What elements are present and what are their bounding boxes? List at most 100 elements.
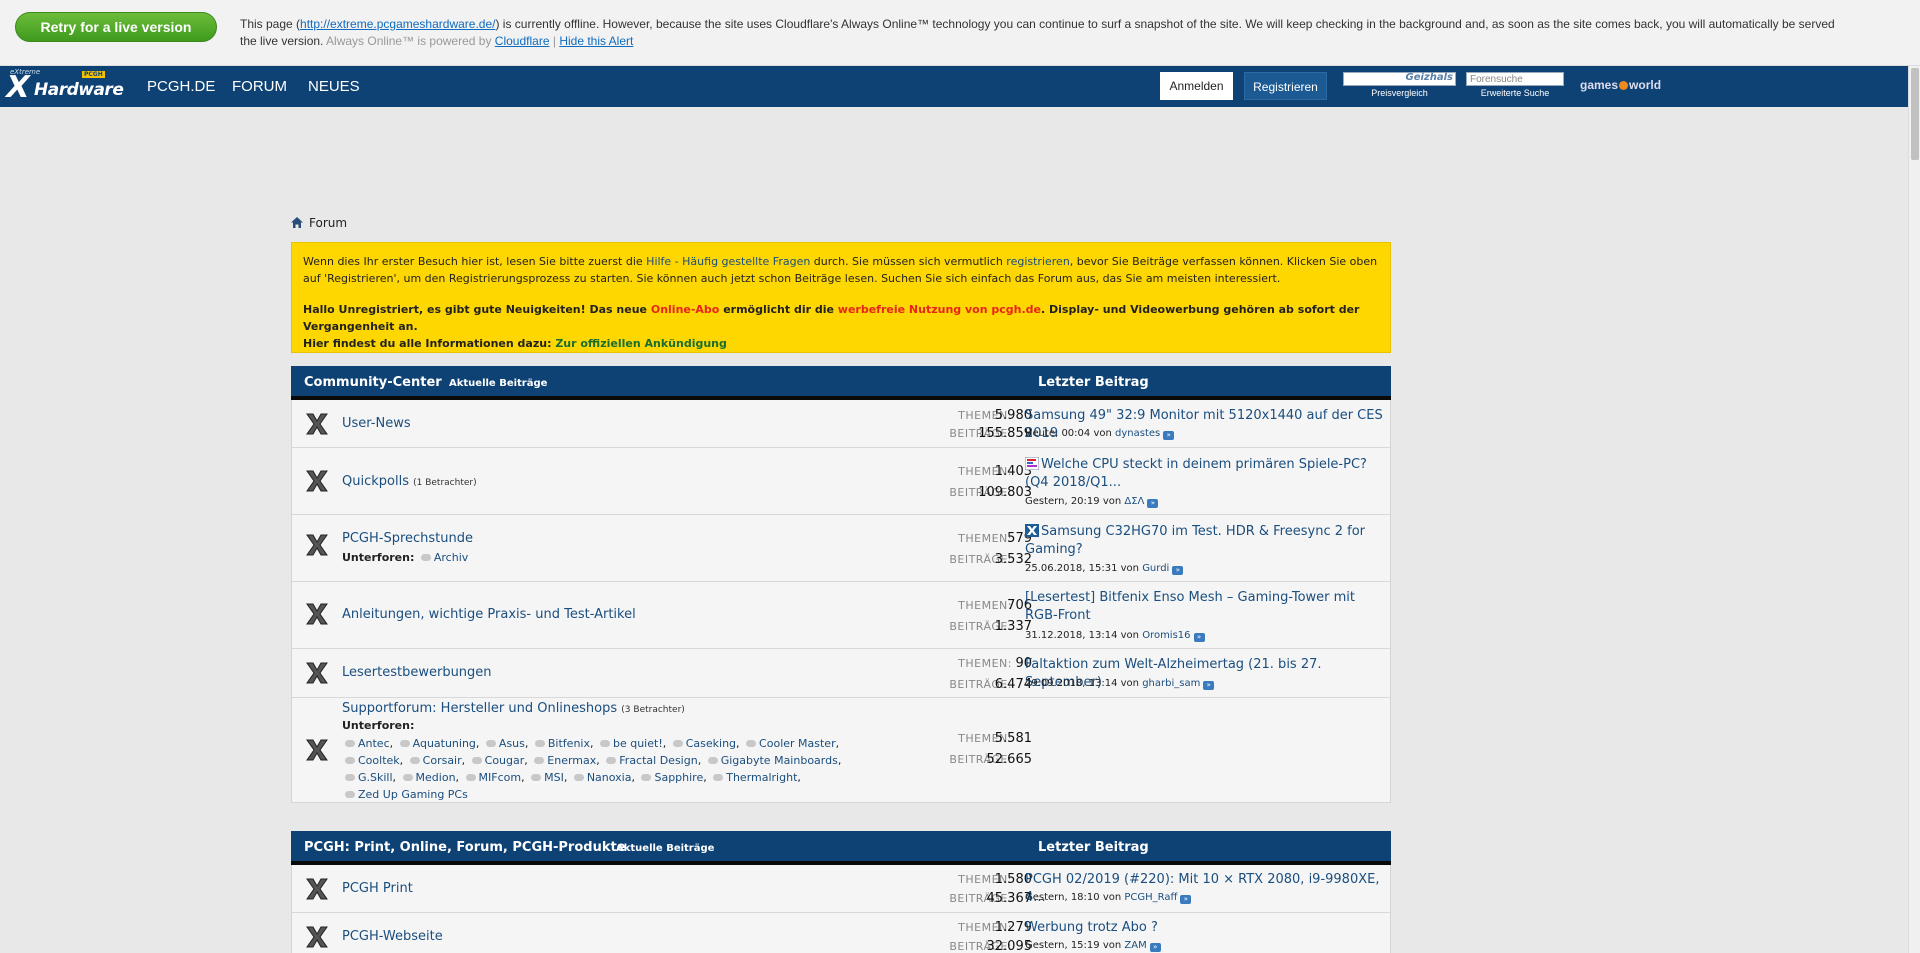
last-post-user[interactable]: dynastes [1115,428,1160,439]
last-post-title[interactable]: Samsung C32HG70 im Test. HDR & Freesync … [1025,523,1375,559]
last-post-meta: 31.12.2018, 13:14 von Oromis16» [1025,630,1205,642]
forum-row-sprechstunde: PCGH-Sprechstunde Unterforen: Archiv THE… [291,515,1391,582]
subforum-bubble-icon [573,774,584,781]
subforum-link[interactable]: Aquatuning [413,737,476,750]
subforum-link[interactable]: Zed Up Gaming PCs [358,788,468,801]
subforum-link[interactable]: Cooltek [358,754,400,767]
scrollbar-thumb[interactable] [1911,68,1919,160]
subforum-link[interactable]: Asus [499,737,525,750]
forum-row-user-news: User-News THEMEN: 5.980 BEITRÄGE: 155.85… [291,400,1391,448]
last-post-header: Letzter Beitrag [1038,840,1149,855]
forum-title[interactable]: PCGH Print [342,881,413,896]
cloudflare-link[interactable]: Cloudflare [495,34,550,48]
subforum-link[interactable]: Archiv [434,551,468,564]
gamesworld-logo[interactable]: games world [1580,78,1661,92]
breadcrumb[interactable]: Forum [291,216,347,230]
subforum-link[interactable]: Corsair [423,754,462,767]
subforum-link[interactable]: Sapphire [654,771,703,784]
subforum-bubble-icon [399,740,410,747]
faq-link[interactable]: Hilfe - Häufig gestellte Fragen [646,255,810,268]
page-scrollbar[interactable] [1908,66,1920,953]
advanced-search-link[interactable]: Erweiterte Suche [1466,88,1564,98]
retry-live-button[interactable]: Retry for a live version [15,12,217,42]
last-post-user[interactable]: ΔΣΛ [1124,496,1144,507]
last-post-title[interactable]: [Lesertest] Bitfenix Enso Mesh – Gaming-… [1025,589,1375,625]
forum-x-icon [306,603,328,625]
go-to-post-icon[interactable]: » [1163,431,1175,440]
last-post-meta: 29.09.2018, 13:14 von gharbi_sam» [1025,678,1215,690]
last-post-user[interactable]: Gurdi [1142,563,1169,574]
forum-x-icon [306,662,328,684]
notice-online-abo: Hallo Unregistriert, es gibt gute Neuigk… [303,303,1360,350]
nav-neues[interactable]: NEUES [308,78,360,95]
last-post-title[interactable]: Welche CPU steckt in deinem primären Spi… [1025,456,1375,492]
posts-count: 3.532 [994,552,1032,567]
forum-title[interactable]: Supportforum: Hersteller und Onlineshops… [342,701,685,716]
forum-title[interactable]: Anleitungen, wichtige Praxis- und Test-A… [342,607,636,622]
subforum-link[interactable]: Medion [416,771,456,784]
threads-count: 5.581 [994,731,1032,746]
subforum-link[interactable]: Caseking [686,737,736,750]
last-post-user[interactable]: Oromis16 [1142,630,1190,641]
subforum-bubble-icon [409,757,420,764]
posts-count: 45.367 [986,891,1033,906]
register-button[interactable]: Registrieren [1244,72,1327,100]
subforum-bubble-icon [599,740,610,747]
subforum-bubble-icon [465,774,476,781]
subforum-bubble-icon [531,774,542,781]
go-to-post-icon[interactable]: » [1147,499,1159,508]
subforum-bubble-icon [345,740,355,747]
go-to-post-icon[interactable]: » [1180,895,1192,904]
go-to-post-icon[interactable]: » [1149,943,1161,952]
forum-x-icon [306,413,328,435]
subforum-link[interactable]: Antec [358,737,390,750]
forum-x-icon [306,739,328,761]
forum-search-input[interactable]: Forensuche [1466,72,1564,86]
last-post-user[interactable]: gharbi_sam [1142,678,1200,689]
subforum-link[interactable]: Thermalright [726,771,797,784]
subforum-link[interactable]: Cooler Master [759,737,836,750]
go-to-post-icon[interactable]: » [1193,633,1205,642]
subforum-link[interactable]: MSI [544,771,564,784]
nav-forum[interactable]: FORUM [232,78,287,95]
subforum-link[interactable]: Bitfenix [548,737,590,750]
go-to-post-icon[interactable]: » [1172,566,1184,575]
hide-alert-link[interactable]: Hide this Alert [559,34,633,48]
forum-title[interactable]: PCGH-Sprechstunde [342,531,473,546]
recent-posts-link[interactable]: Aktuelle Beiträge [616,843,714,854]
forum-title[interactable]: User-News [342,416,411,431]
site-logo[interactable]: X eXtreme Hardware PCGH [2,68,123,105]
announcement-link[interactable]: Zur offiziellen Ankündigung [555,337,727,350]
price-compare-label[interactable]: Preisvergleich [1343,88,1456,98]
section-title[interactable]: PCGH: Print, Online, Forum, PCGH-Produkt… [304,840,626,855]
last-post-user[interactable]: ZAM [1124,940,1146,951]
subforum-link[interactable]: Enermax [547,754,596,767]
login-button[interactable]: Anmelden [1160,72,1233,100]
site-header: X eXtreme Hardware PCGH PCGH.DE FORUM NE… [0,66,1908,107]
section-title[interactable]: Community-Center [304,375,442,390]
offline-url-link[interactable]: http://extreme.pcgameshardware.de/ [300,17,495,31]
forum-title[interactable]: PCGH-Webseite [342,929,443,944]
last-post-title[interactable]: Werbung trotz Abo ? [1025,919,1385,937]
last-post-meta: Gestern, 18:10 von PCGH_Raff» [1025,892,1192,904]
posts-count: 52.665 [986,752,1033,767]
viewers-count: (3 Betrachter) [621,705,685,715]
subforum-link[interactable]: Cougar [485,754,525,767]
go-to-post-icon[interactable]: » [1203,681,1215,690]
subforum-link[interactable]: Fractal Design [619,754,697,767]
last-post-user[interactable]: PCGH_Raff [1124,892,1177,903]
forum-title[interactable]: Quickpolls (1 Betrachter) [342,474,477,489]
subforum-link[interactable]: MIFcom [479,771,522,784]
register-link[interactable]: registrieren [1006,255,1070,268]
subforum-link[interactable]: Nanoxia [587,771,632,784]
recent-posts-link[interactable]: Aktuelle Beiträge [449,378,547,389]
subforum-link[interactable]: Gigabyte Mainboards [721,754,838,767]
subforum-link[interactable]: G.Skill [358,771,393,784]
last-post-header: Letzter Beitrag [1038,375,1149,390]
notice-first-visit: Wenn dies Ihr erster Besuch hier ist, le… [303,255,1378,285]
geizhals-search-input[interactable]: Geizhals [1343,72,1456,86]
subforum-link[interactable]: be quiet! [613,737,663,750]
nav-pcgh[interactable]: PCGH.DE [147,78,215,95]
posts-count: 6.474 [994,677,1032,692]
forum-title[interactable]: Lesertestbewerbungen [342,665,492,680]
